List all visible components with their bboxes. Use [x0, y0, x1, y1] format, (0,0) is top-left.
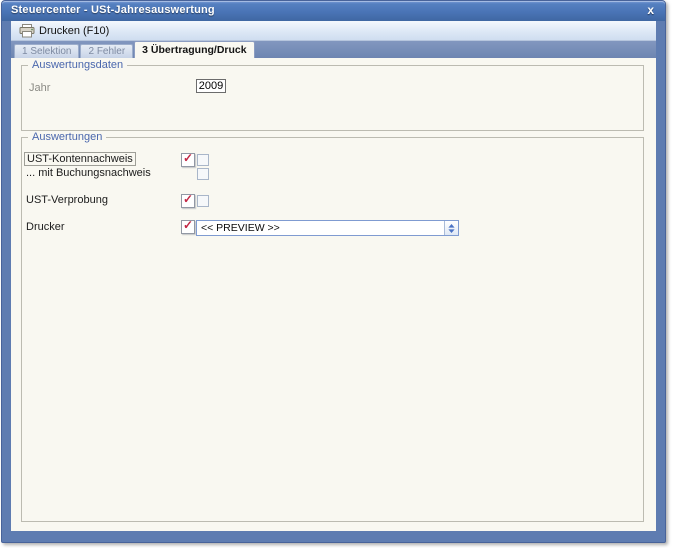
tab-strip: 1 Selektion 2 Fehler 3 Übertragung/Druck: [11, 41, 656, 58]
drucker-label: Drucker: [26, 221, 65, 233]
kontennachweis-print-checkbox[interactable]: ✓: [181, 151, 195, 167]
red-check-icon: ✓: [183, 218, 194, 232]
close-icon[interactable]: x: [647, 3, 654, 17]
group-auswertungsdaten-title: Auswertungsdaten: [28, 59, 128, 71]
tab-page: Auswertungsdaten Jahr Auswertungen UST-K…: [11, 58, 656, 531]
window-title: Steuercenter - USt-Jahresauswertung: [11, 4, 215, 16]
jahr-input[interactable]: [196, 79, 226, 93]
combo-dropdown-button[interactable]: [444, 221, 458, 235]
updown-arrows-icon: [448, 223, 455, 233]
client-area: Drucken (F10) 1 Selektion 2 Fehler 3 Übe…: [11, 21, 656, 531]
group-auswertungen: Auswertungen UST-Kontennachweis ✓ ... mi…: [21, 131, 644, 522]
tab-fehler[interactable]: 2 Fehler: [80, 44, 134, 58]
verprobung-option-checkbox[interactable]: [197, 195, 209, 207]
tab-uebertragung-druck[interactable]: 3 Übertragung/Druck: [134, 41, 255, 58]
jahr-label: Jahr: [29, 82, 51, 94]
buchungsnachweis-label: ... mit Buchungsnachweis: [26, 167, 151, 179]
printer-icon: [19, 23, 35, 38]
verprobung-print-checkbox[interactable]: ✓: [181, 192, 195, 208]
printer-select[interactable]: << PREVIEW >>: [196, 220, 459, 236]
toolbar: Drucken (F10): [11, 21, 656, 41]
print-button[interactable]: Drucken (F10): [15, 23, 113, 39]
title-bar: Steuercenter - USt-Jahresauswertung x: [2, 1, 665, 21]
red-check-icon: ✓: [183, 192, 194, 206]
group-auswertungsdaten: Auswertungsdaten Jahr: [21, 59, 644, 131]
kontennachweis-label[interactable]: UST-Kontennachweis: [24, 152, 136, 166]
drucker-print-checkbox[interactable]: ✓: [181, 218, 195, 234]
red-check-icon: ✓: [183, 151, 194, 165]
print-button-label: Drucken (F10): [39, 24, 110, 37]
group-auswertungen-title: Auswertungen: [28, 131, 107, 143]
dialog-window: Steuercenter - USt-Jahresauswertung x Dr…: [1, 0, 666, 543]
buchungsnachweis-option-checkbox[interactable]: [197, 168, 209, 180]
verprobung-label: UST-Verprobung: [26, 194, 108, 206]
tab-selektion[interactable]: 1 Selektion: [14, 44, 80, 58]
printer-select-value: << PREVIEW >>: [201, 222, 280, 234]
kontennachweis-option-checkbox[interactable]: [197, 154, 209, 166]
